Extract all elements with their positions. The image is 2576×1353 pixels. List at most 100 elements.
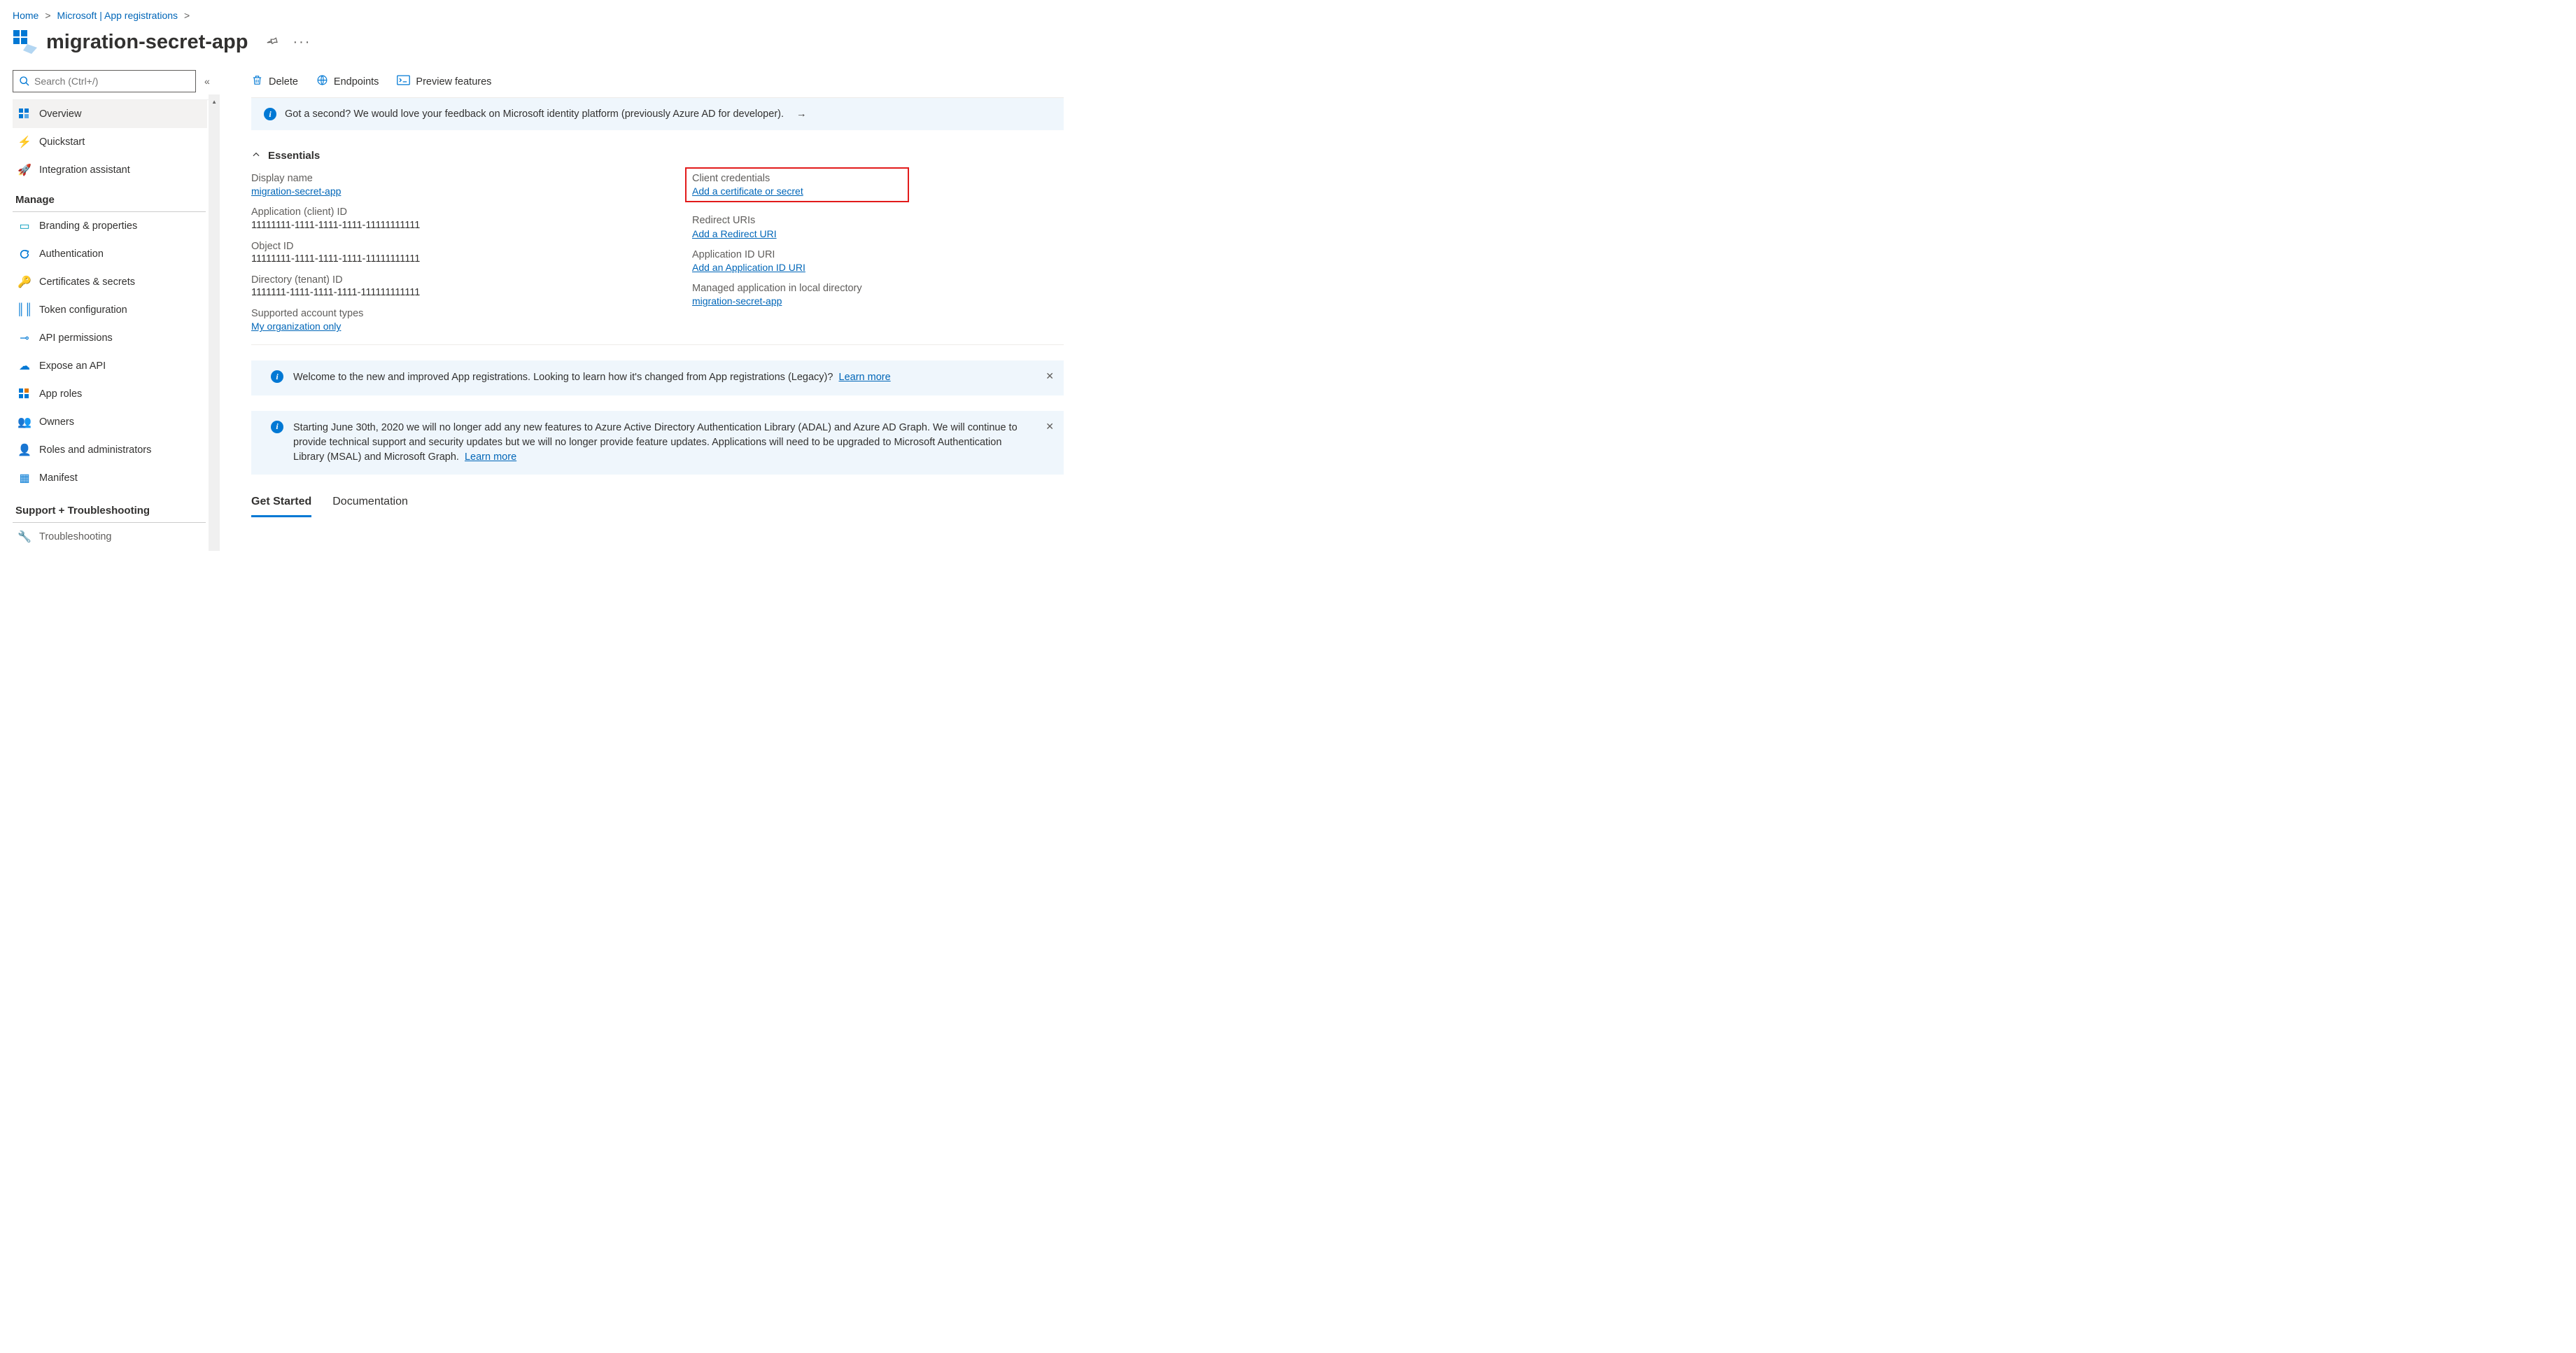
client-credentials-label: Client credentials	[692, 171, 902, 185]
sidebar-item-authentication[interactable]: Authentication	[13, 240, 207, 268]
app-roles-icon	[18, 388, 31, 400]
owners-icon: 👥	[18, 415, 31, 429]
sidebar-item-token[interactable]: ║║ Token configuration	[13, 296, 207, 324]
globe-icon	[316, 74, 328, 89]
close-icon[interactable]: ✕	[1046, 419, 1054, 433]
tenant-id-value: 1111111-1111-1111-1111-111111111111	[251, 287, 664, 298]
account-types-label: Supported account types	[251, 307, 664, 321]
add-certificate-secret-link[interactable]: Add a certificate or secret	[692, 185, 803, 197]
essentials-toggle[interactable]: Essentials	[251, 150, 1064, 162]
add-app-id-uri-link[interactable]: Add an Application ID URI	[692, 262, 805, 273]
key-icon: 🔑	[18, 275, 31, 289]
chevron-up-icon	[251, 150, 261, 162]
application-id-value: 11111111-1111-1111-1111-11111111111	[251, 220, 664, 231]
display-name-label: Display name	[251, 171, 664, 185]
sidebar-item-label: API permissions	[39, 332, 113, 344]
redirect-uris-label: Redirect URIs	[692, 213, 902, 227]
app-grid-icon	[13, 29, 38, 55]
collapse-sidebar-icon[interactable]: «	[204, 76, 210, 87]
welcome-text: Welcome to the new and improved App regi…	[293, 372, 833, 383]
breadcrumb-separator-icon: >	[45, 10, 50, 21]
object-id-label: Object ID	[251, 239, 664, 253]
sidebar-item-expose-api[interactable]: ☁ Expose an API	[13, 352, 207, 380]
sidebar-item-branding[interactable]: ▭ Branding & properties	[13, 212, 207, 240]
object-id-value: 11111111-1111-1111-1111-11111111111	[251, 253, 664, 265]
breadcrumb-separator-icon: >	[184, 10, 190, 21]
search-icon	[19, 76, 30, 87]
scroll-up-icon[interactable]: ▲	[211, 99, 217, 105]
sidebar-item-certificates[interactable]: 🔑 Certificates & secrets	[13, 268, 207, 296]
sidebar-item-label: Certificates & secrets	[39, 276, 135, 288]
toolbar-label: Preview features	[416, 76, 491, 87]
sidebar-item-api-permissions[interactable]: ⊸ API permissions	[13, 324, 207, 352]
close-icon[interactable]: ✕	[1046, 369, 1054, 383]
pin-icon[interactable]	[266, 35, 279, 50]
breadcrumb: Home > Microsoft | App registrations >	[0, 0, 1064, 25]
sidebar-item-label: Manifest	[39, 472, 78, 484]
tab-documentation[interactable]: Documentation	[332, 491, 408, 517]
preview-features-button[interactable]: Preview features	[397, 75, 491, 88]
feedback-banner[interactable]: i Got a second? We would love your feedb…	[251, 98, 1064, 130]
toolbar-label: Endpoints	[334, 76, 379, 87]
sidebar-item-label: Authentication	[39, 248, 104, 260]
display-name-link[interactable]: migration-secret-app	[251, 185, 341, 197]
sidebar-item-label: Expose an API	[39, 360, 106, 372]
sidebar-item-label: Token configuration	[39, 304, 127, 316]
cloud-icon: ☁	[18, 359, 31, 373]
search-input[interactable]	[13, 70, 196, 92]
sidebar-item-label: Troubleshooting	[39, 531, 111, 542]
manifest-icon: ▦	[18, 471, 31, 485]
welcome-info-box: i Welcome to the new and improved App re…	[251, 360, 1064, 395]
sidebar-item-owners[interactable]: 👥 Owners	[13, 408, 207, 436]
managed-app-label: Managed application in local directory	[692, 281, 902, 295]
info-icon: i	[271, 370, 283, 383]
sidebar-item-quickstart[interactable]: ⚡ Quickstart	[13, 128, 207, 156]
trash-icon	[251, 74, 263, 89]
adal-learn-more-link[interactable]: Learn more	[465, 451, 516, 463]
token-icon: ║║	[18, 304, 31, 316]
sidebar-item-overview[interactable]: Overview	[13, 100, 207, 128]
feedback-text: Got a second? We would love your feedbac…	[285, 108, 784, 120]
toolbar-label: Delete	[269, 76, 298, 87]
sidebar-item-label: Branding & properties	[39, 220, 137, 232]
breadcrumb-home[interactable]: Home	[13, 10, 38, 21]
sidebar-section-manage: Manage	[13, 184, 206, 212]
info-icon: i	[271, 421, 283, 433]
add-redirect-uri-link[interactable]: Add a Redirect URI	[692, 228, 777, 239]
wrench-icon: 🔧	[18, 530, 31, 544]
sidebar-item-label: Quickstart	[39, 136, 85, 148]
preview-icon	[397, 75, 410, 88]
sidebar-item-label: Owners	[39, 416, 74, 428]
sidebar-item-troubleshooting[interactable]: 🔧 Troubleshooting	[13, 523, 207, 551]
sidebar-item-app-roles[interactable]: App roles	[13, 380, 207, 408]
sidebar-item-label: Overview	[39, 108, 81, 120]
arrow-right-icon[interactable]: →	[796, 108, 807, 120]
branding-icon: ▭	[18, 219, 31, 233]
rocket-icon: 🚀	[18, 163, 31, 177]
sidebar-item-label: Integration assistant	[39, 164, 130, 176]
more-icon[interactable]: ···	[293, 34, 311, 50]
delete-button[interactable]: Delete	[251, 74, 298, 89]
sidebar-item-integration[interactable]: 🚀 Integration assistant	[13, 156, 207, 184]
api-perm-icon: ⊸	[18, 331, 31, 345]
adal-text: Starting June 30th, 2020 we will no long…	[293, 422, 1018, 463]
welcome-learn-more-link[interactable]: Learn more	[839, 372, 891, 383]
endpoints-button[interactable]: Endpoints	[316, 74, 379, 89]
essentials-title: Essentials	[268, 150, 320, 162]
managed-app-link[interactable]: migration-secret-app	[692, 295, 782, 307]
rocket-icon: ⚡	[18, 135, 31, 149]
sidebar-section-support: Support + Troubleshooting	[13, 492, 206, 523]
sidebar-item-roles-admin[interactable]: 👤 Roles and administrators	[13, 436, 207, 464]
account-types-link[interactable]: My organization only	[251, 321, 341, 332]
adal-info-box: i Starting June 30th, 2020 we will no lo…	[251, 411, 1064, 475]
sidebar-item-manifest[interactable]: ▦ Manifest	[13, 464, 207, 492]
info-icon: i	[264, 108, 276, 120]
app-id-uri-label: Application ID URI	[692, 248, 902, 262]
search-field[interactable]	[30, 75, 190, 87]
tab-get-started[interactable]: Get Started	[251, 491, 311, 517]
sidebar-item-label: Roles and administrators	[39, 444, 151, 456]
grid-icon	[18, 108, 31, 120]
auth-icon	[18, 248, 31, 260]
tenant-id-label: Directory (tenant) ID	[251, 273, 664, 287]
breadcrumb-app-registrations[interactable]: Microsoft | App registrations	[57, 10, 178, 21]
